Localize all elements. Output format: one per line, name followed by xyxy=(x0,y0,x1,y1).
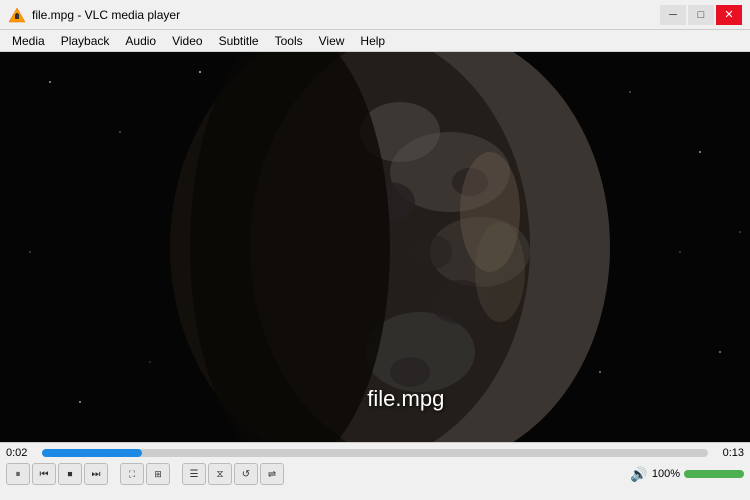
seek-bar[interactable] xyxy=(42,449,708,457)
minimize-button[interactable]: ─ xyxy=(660,5,686,25)
stop-button[interactable]: ⏹ xyxy=(58,463,82,485)
video-content: file.mpg xyxy=(0,52,750,442)
menu-item-view[interactable]: View xyxy=(311,30,353,51)
loop-button[interactable]: ↺ xyxy=(234,463,258,485)
volume-area: 🔊 100% xyxy=(630,466,744,483)
window-title: file.mpg - VLC media player xyxy=(32,8,180,22)
video-area: file.mpg xyxy=(0,52,750,442)
menu-item-video[interactable]: Video xyxy=(164,30,210,51)
menu-item-playback[interactable]: Playback xyxy=(53,30,118,51)
menu-item-tools[interactable]: Tools xyxy=(267,30,311,51)
title-bar: file.mpg - VLC media player ─ □ ✕ xyxy=(0,0,750,30)
close-button[interactable]: ✕ xyxy=(716,5,742,25)
window-controls: ─ □ ✕ xyxy=(660,5,742,25)
shuffle-button[interactable]: ⇌ xyxy=(260,463,284,485)
volume-icon: 🔊 xyxy=(630,466,647,483)
controls-bar: 0:02 0:13 ⏸ ⏮ ⏹ ⏭ ⛶ ⊞ ☰ ⧖ ↺ ⇌ 🔊 100% xyxy=(0,442,750,500)
effects-button[interactable]: ⧖ xyxy=(208,463,232,485)
menu-bar: MediaPlaybackAudioVideoSubtitleToolsView… xyxy=(0,30,750,52)
volume-bar[interactable] xyxy=(684,470,744,478)
menu-item-help[interactable]: Help xyxy=(352,30,393,51)
buttons-row: ⏸ ⏮ ⏹ ⏭ ⛶ ⊞ ☰ ⧖ ↺ ⇌ 🔊 100% xyxy=(6,463,744,485)
time-total: 0:13 xyxy=(714,447,744,459)
vlc-logo-icon xyxy=(8,6,26,24)
extended-button[interactable]: ⊞ xyxy=(146,463,170,485)
time-current: 0:02 xyxy=(6,447,36,459)
playlist-button[interactable]: ☰ xyxy=(182,463,206,485)
prev-button[interactable]: ⏮ xyxy=(32,463,56,485)
title-left: file.mpg - VLC media player xyxy=(8,6,180,24)
next-button[interactable]: ⏭ xyxy=(84,463,108,485)
menu-item-media[interactable]: Media xyxy=(4,30,53,51)
seek-row: 0:02 0:13 xyxy=(6,447,744,459)
maximize-button[interactable]: □ xyxy=(688,5,714,25)
menu-item-audio[interactable]: Audio xyxy=(117,30,164,51)
volume-bar-fill xyxy=(684,470,744,478)
fullscreen-button[interactable]: ⛶ xyxy=(120,463,144,485)
menu-item-subtitle[interactable]: Subtitle xyxy=(211,30,267,51)
seek-bar-fill xyxy=(42,449,142,457)
video-background xyxy=(0,52,750,442)
pause-button[interactable]: ⏸ xyxy=(6,463,30,485)
volume-label: 100% xyxy=(652,468,680,480)
filename-overlay: file.mpg xyxy=(367,386,444,412)
